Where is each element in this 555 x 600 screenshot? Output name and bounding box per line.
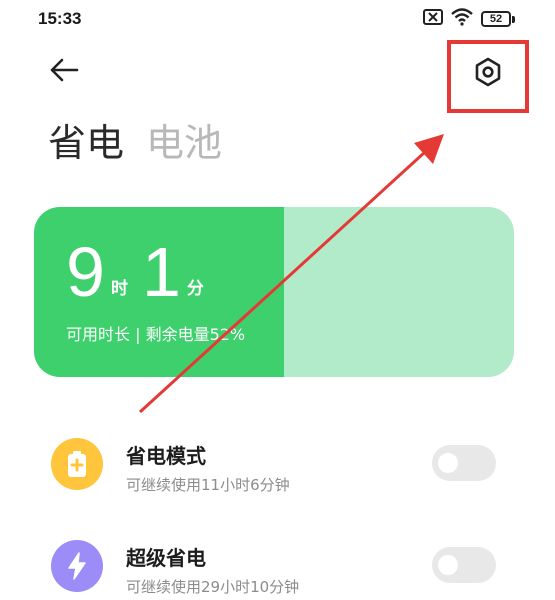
minutes-unit: 分: [186, 279, 204, 299]
list-item-super-power-saving[interactable]: 超级省电 可继续使用29小时10分钟: [0, 522, 555, 600]
super-power-saving-toggle[interactable]: [432, 547, 496, 583]
toggle-knob: [438, 555, 458, 575]
power-saving-toggle[interactable]: [432, 445, 496, 481]
status-icons: 52: [423, 8, 515, 30]
item-subtitle: 可继续使用11小时6分钟: [126, 476, 290, 494]
wifi-icon: [451, 8, 473, 30]
battery-status-icon: 52: [481, 11, 515, 27]
battery-saver-icon: [51, 438, 103, 490]
status-bar: 15:33 52: [0, 0, 555, 38]
hours-value: 9: [66, 233, 105, 311]
status-time: 15:33: [38, 9, 82, 28]
remaining-time: 9 时 1 分: [66, 237, 218, 307]
hours-unit: 时: [110, 279, 128, 299]
list-item-power-saving-mode[interactable]: 省电模式 可继续使用11小时6分钟: [0, 420, 555, 510]
battery-level-text: 52: [481, 11, 511, 27]
minutes-value: 1: [141, 233, 181, 311]
item-subtitle: 可继续使用29小时10分钟: [126, 578, 300, 596]
back-button[interactable]: [44, 54, 84, 90]
battery-info-text: 可用时长 | 剩余电量52%: [66, 325, 246, 344]
no-sim-icon: [423, 9, 443, 29]
hexagon-settings-icon: [474, 57, 502, 91]
arrow-left-icon: [49, 58, 79, 86]
battery-card: 9 时 1 分 可用时长 | 剩余电量52%: [34, 207, 514, 377]
tab-bar: 省电 电池: [48, 118, 222, 168]
tab-power-saving[interactable]: 省电: [48, 118, 124, 168]
lightning-icon: [51, 540, 103, 592]
settings-button[interactable]: [466, 54, 510, 94]
item-title: 超级省电: [126, 546, 206, 570]
tab-battery[interactable]: 电池: [146, 118, 222, 168]
toggle-knob: [438, 453, 458, 473]
item-title: 省电模式: [126, 444, 206, 468]
